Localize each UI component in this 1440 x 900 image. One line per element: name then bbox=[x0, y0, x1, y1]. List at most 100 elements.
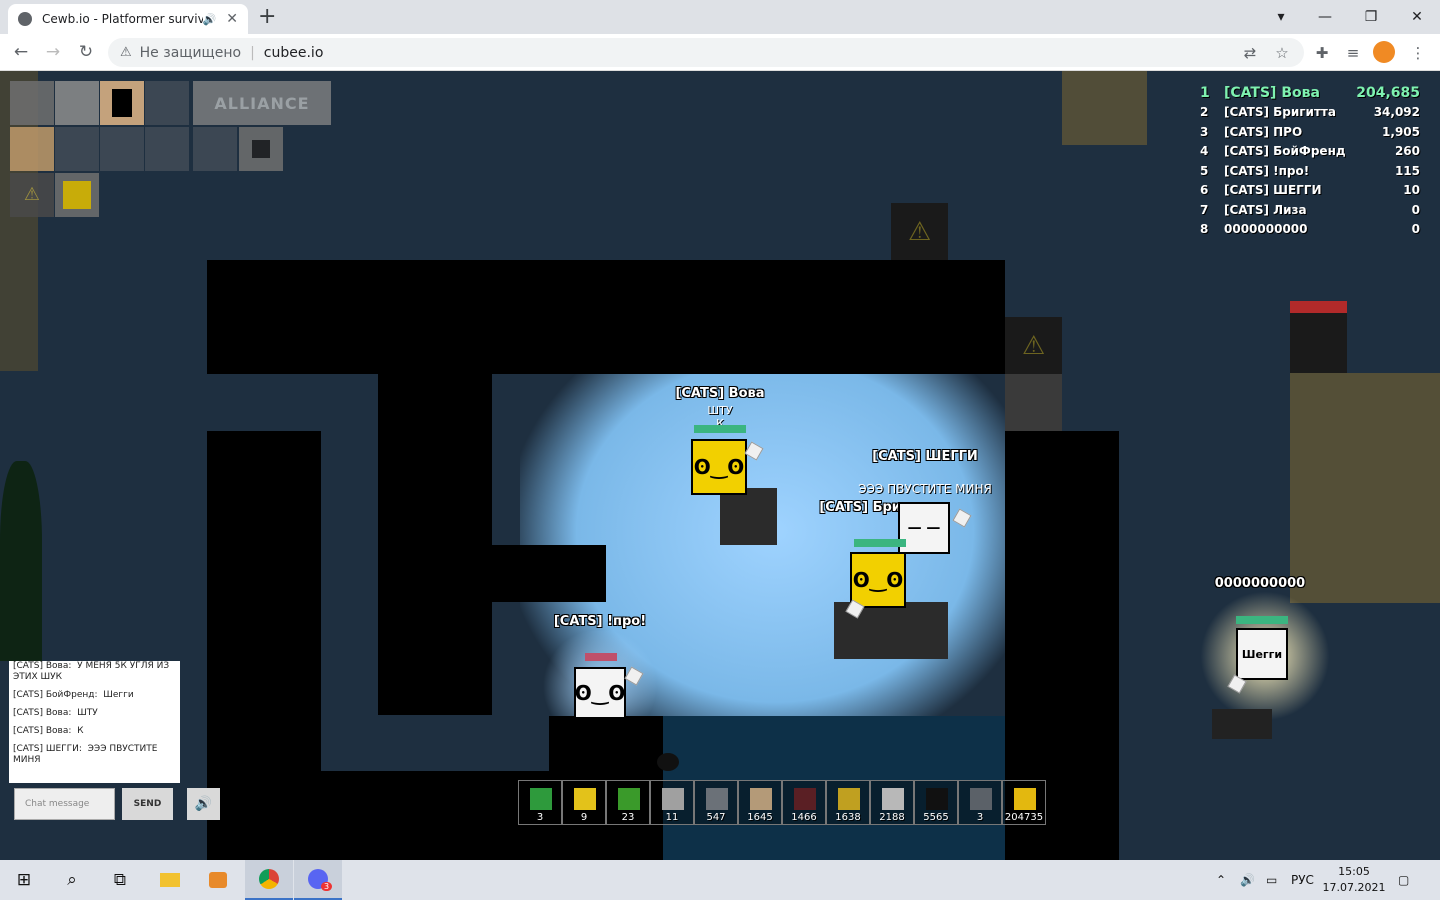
item-icon bbox=[618, 788, 640, 810]
tab-search-icon[interactable]: ▾ bbox=[1258, 0, 1304, 34]
hotbar-slot[interactable]: 23 bbox=[606, 780, 650, 825]
reload-icon[interactable]: ↻ bbox=[73, 39, 99, 65]
hotbar-slot[interactable]: 204735 bbox=[1002, 780, 1046, 825]
player-name-vova: [CATS] Вова bbox=[675, 386, 765, 401]
windows-start-icon[interactable]: ⊞ bbox=[0, 860, 48, 900]
alliance-button[interactable]: ALLIANCE bbox=[193, 81, 331, 125]
spike-trap-icon: ⚠ bbox=[1005, 317, 1062, 374]
profile-avatar[interactable] bbox=[1373, 41, 1395, 63]
volume-icon[interactable]: 🔊 bbox=[1240, 860, 1255, 900]
player-cube-text: Шегги bbox=[1241, 647, 1283, 661]
hotbar-slot[interactable]: 3 bbox=[518, 780, 562, 825]
url-text[interactable]: cubee.io bbox=[264, 45, 324, 61]
leaderboard: 1 [CATS] Вова 204,685 2 [CATS] Бригитта 34,0… bbox=[1200, 83, 1420, 239]
item-icon bbox=[530, 788, 552, 810]
player-name-zero: 0000000000 bbox=[1214, 576, 1306, 591]
leaderboard-row: 2 [CATS] Бригитта 34,092 bbox=[1200, 105, 1420, 120]
send-button[interactable]: SEND bbox=[122, 788, 173, 820]
security-label[interactable]: Не защищено bbox=[140, 45, 241, 61]
bookmark-star-icon[interactable]: ☆ bbox=[1270, 41, 1294, 65]
hotbar-slot[interactable]: 1466 bbox=[782, 780, 826, 825]
terrain-dirt-top bbox=[1062, 71, 1147, 145]
hotbar-slot[interactable]: 547 bbox=[694, 780, 738, 825]
forward-icon[interactable]: → bbox=[40, 39, 66, 65]
chrome-icon[interactable] bbox=[245, 860, 293, 900]
chat-message: [CATS] Вова: К bbox=[13, 726, 84, 736]
leaderboard-row: 1 [CATS] Вова 204,685 bbox=[1200, 84, 1420, 101]
hotbar-slot[interactable]: 3 bbox=[958, 780, 1002, 825]
hotbar-slot[interactable]: 11 bbox=[650, 780, 694, 825]
build-slot-gold[interactable] bbox=[55, 173, 99, 217]
build-slot-turret[interactable] bbox=[10, 81, 54, 125]
omnibox-divider: | bbox=[250, 44, 255, 61]
search-icon[interactable]: ⌕ bbox=[48, 860, 96, 900]
file-explorer-icon[interactable] bbox=[146, 860, 194, 900]
game-canvas[interactable]: ⚠ ⚠ ALLIANCE ⚠ 1 [CATS] Вова 204,685 2 [CAT… bbox=[0, 71, 1440, 860]
speaker-icon[interactable]: 🔊 bbox=[203, 13, 217, 26]
item-icon bbox=[970, 788, 992, 810]
extensions-icon[interactable]: ✚ bbox=[1310, 41, 1334, 65]
build-slot-door[interactable] bbox=[100, 81, 144, 125]
leaderboard-row: 5 [CATS] !про! 115 bbox=[1200, 163, 1420, 178]
neutral-face-icon: — — bbox=[907, 520, 941, 536]
item-icon bbox=[838, 788, 860, 810]
player-name-pro: [CATS] !про! bbox=[553, 614, 647, 629]
tray-chevron-icon[interactable]: ⌃ bbox=[1216, 860, 1226, 900]
player-cube-brigitta: ʘ‿ʘ bbox=[850, 552, 906, 608]
hotbar-slot[interactable]: 1645 bbox=[738, 780, 782, 825]
hotbar-slot[interactable]: 2188 bbox=[870, 780, 914, 825]
tree-left bbox=[0, 461, 42, 661]
player-name-sheggi: [CATS] ШЕГГИ bbox=[872, 449, 978, 464]
back-icon[interactable]: ← bbox=[8, 39, 34, 65]
browser-tab[interactable]: Cewb.io - Platformer survival 🔊 ✕ bbox=[8, 4, 248, 34]
media-player-icon[interactable] bbox=[194, 860, 242, 900]
build-slot-spike-icon[interactable]: ⚠ bbox=[10, 173, 54, 217]
item-icon bbox=[926, 788, 948, 810]
close-tab-icon[interactable]: ✕ bbox=[226, 11, 238, 27]
smug-face-icon: ʘ‿ʘ bbox=[852, 568, 904, 592]
reading-list-icon[interactable]: ≡ bbox=[1341, 41, 1365, 65]
chat-log: [CATS] Вова: У МЕНЯ 5К УГЛЯ ИЗ ЭТИХ ШУК … bbox=[9, 661, 180, 783]
turret-block bbox=[1212, 709, 1272, 739]
notifications-icon[interactable]: ▢ bbox=[1398, 860, 1409, 900]
build-slot-chest[interactable] bbox=[55, 81, 99, 125]
build-slot-frame[interactable] bbox=[145, 127, 189, 171]
sound-toggle-icon[interactable]: 🔊 bbox=[187, 788, 220, 820]
item-icon bbox=[574, 788, 596, 810]
discord-badge: 3 bbox=[321, 882, 333, 891]
hotbar-slot[interactable]: 9 bbox=[562, 780, 606, 825]
language-indicator[interactable]: РУС bbox=[1291, 860, 1314, 900]
build-slot-house[interactable] bbox=[145, 81, 189, 125]
leaderboard-row: 3 [CATS] ПРО 1,905 bbox=[1200, 124, 1420, 139]
menu-icon[interactable]: ⋮ bbox=[1406, 41, 1430, 65]
build-slot-wall[interactable] bbox=[55, 127, 99, 171]
network-icon[interactable]: ▭ bbox=[1266, 860, 1277, 900]
build-slot-glass[interactable] bbox=[193, 127, 237, 171]
chat-input[interactable]: Chat message bbox=[14, 788, 115, 820]
wall-top bbox=[207, 260, 1005, 374]
build-slot-crate[interactable] bbox=[10, 127, 54, 171]
hotbar-slot[interactable]: 5565 bbox=[914, 780, 958, 825]
build-slot-stone[interactable] bbox=[100, 127, 144, 171]
new-tab-button[interactable]: + bbox=[258, 4, 276, 30]
chat-message: [CATS] Вова: У МЕНЯ 5К УГЛЯ ИЗ ЭТИХ ШУК bbox=[13, 661, 170, 682]
leaderboard-row: 4 [CATS] БойФренд 260 bbox=[1200, 144, 1420, 159]
item-icon bbox=[794, 788, 816, 810]
chat-message: [CATS] Вова: ШТУ bbox=[13, 708, 98, 718]
furnace-top bbox=[1290, 301, 1347, 313]
restore-icon[interactable]: ❐ bbox=[1348, 0, 1394, 34]
close-window-icon[interactable]: ✕ bbox=[1394, 0, 1440, 34]
build-slot-furnace[interactable] bbox=[239, 127, 283, 171]
minimize-icon[interactable]: — bbox=[1302, 0, 1348, 34]
leaderboard-row: 7 [CATS] Лиза 0 bbox=[1200, 202, 1420, 217]
health-bar bbox=[854, 539, 906, 547]
clock[interactable]: 15:05 17.07.2021 bbox=[1320, 864, 1388, 896]
item-icon bbox=[750, 788, 772, 810]
warning-icon[interactable]: ⚠ bbox=[120, 45, 132, 60]
hotbar-slot[interactable]: 1638 bbox=[826, 780, 870, 825]
discord-icon[interactable]: 3 bbox=[294, 860, 342, 900]
address-bar[interactable]: ⚠ Не защищено | cubee.io bbox=[108, 38, 1304, 67]
task-view-icon[interactable]: ⧉ bbox=[96, 860, 144, 900]
translate-icon[interactable]: ⇄ bbox=[1238, 41, 1262, 65]
chat-message: [CATS] ШЕГГИ: ЭЭЭ ПВУСТИТЕ МИНЯ bbox=[13, 744, 158, 765]
